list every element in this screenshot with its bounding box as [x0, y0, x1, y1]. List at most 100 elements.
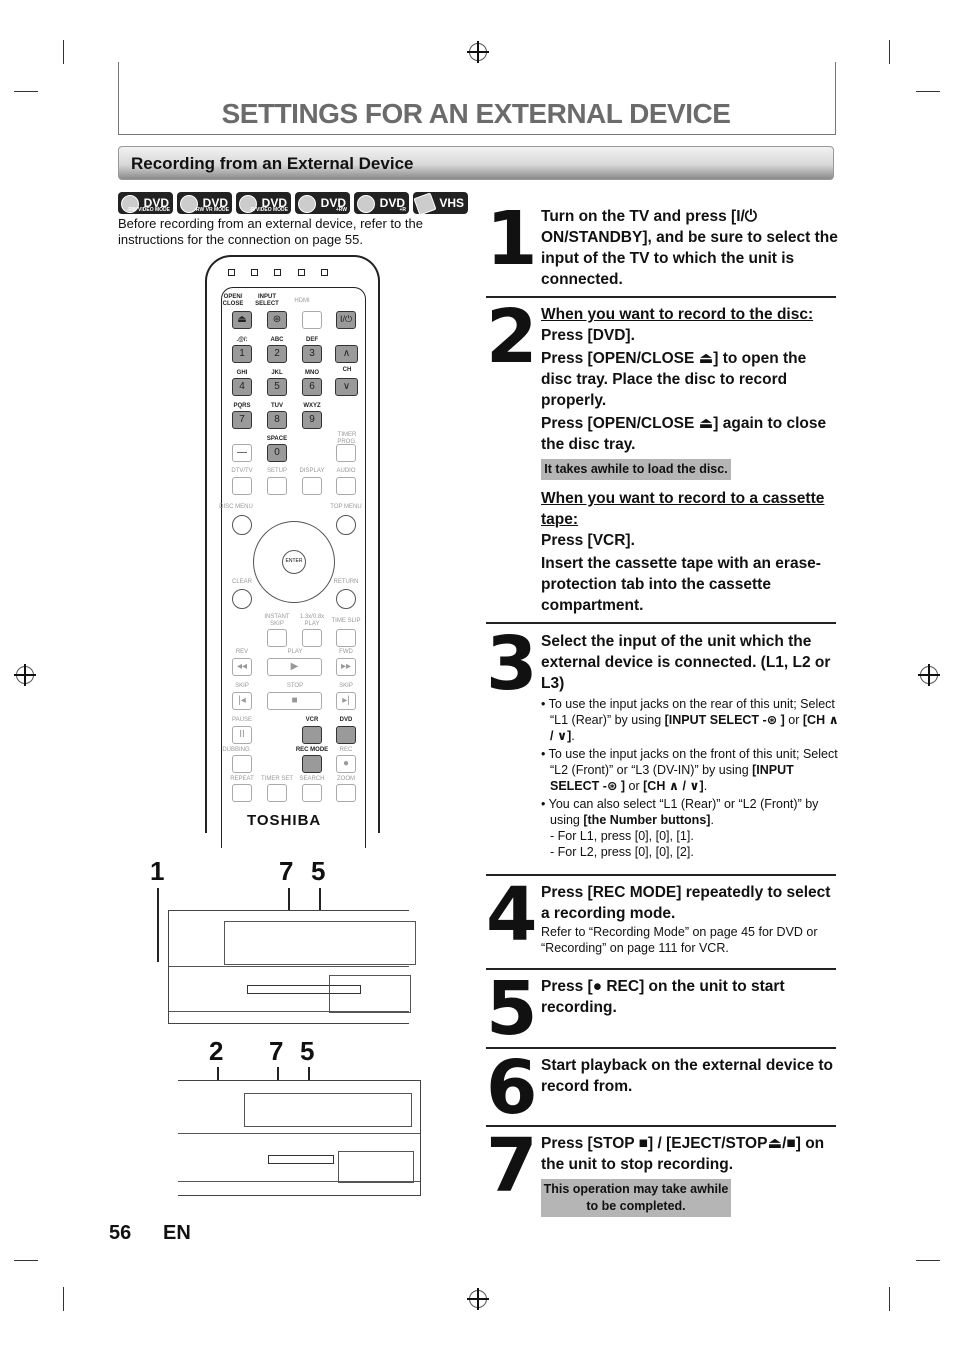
- digit-5-button[interactable]: 5: [267, 378, 287, 396]
- remote-brand-logo: TOSHIBA: [247, 812, 322, 829]
- display-button[interactable]: [302, 477, 322, 495]
- note-box: This operation may take awhile to be com…: [541, 1179, 731, 1217]
- indicator-led: [251, 269, 258, 276]
- digit-9-button[interactable]: 9: [302, 411, 322, 429]
- tape-heading: When you want to record to a cassette ta…: [541, 490, 825, 528]
- disc-icon: [298, 195, 316, 213]
- label-time-slip: TIME SLIP: [331, 618, 361, 624]
- label-instant-skip: INSTANT SKIP: [264, 614, 290, 627]
- registration-mark-icon: [918, 664, 940, 686]
- step-divider: [486, 296, 836, 298]
- zoom-button[interactable]: [336, 784, 356, 802]
- panel-line: [169, 966, 409, 967]
- label-key3: DEF: [306, 337, 318, 343]
- timer-set-button[interactable]: [267, 784, 287, 802]
- search-button[interactable]: [302, 784, 322, 802]
- step-divider: [486, 1047, 836, 1049]
- step-divider: [486, 968, 836, 970]
- callout-number: 5: [300, 1036, 315, 1066]
- digit-1-button[interactable]: 1: [232, 345, 252, 363]
- label-fwd: FWD: [339, 649, 353, 655]
- step-text: Press [OPEN/CLOSE ⏏] again to close the …: [541, 415, 827, 453]
- step-divider: [486, 874, 836, 876]
- rec-button[interactable]: ●: [336, 755, 356, 773]
- return-button[interactable]: [336, 589, 356, 609]
- rec-mode-button[interactable]: [302, 755, 322, 773]
- dash-button[interactable]: —: [232, 444, 252, 462]
- callout-number: 7: [269, 1036, 284, 1066]
- intro-text: Before recording from an external device…: [118, 216, 423, 247]
- instant-skip-button[interactable]: [267, 629, 287, 647]
- clear-button[interactable]: [232, 589, 252, 609]
- fwd-button[interactable]: ▸▸: [336, 658, 356, 676]
- vcr-button[interactable]: [302, 726, 322, 744]
- ch-up-button[interactable]: ∧: [335, 345, 358, 363]
- panel-line: [169, 1011, 409, 1012]
- dubbing-button[interactable]: [232, 755, 252, 773]
- step-text: Select the input of the unit which the e…: [541, 633, 831, 692]
- digit-8-button[interactable]: 8: [267, 411, 287, 429]
- speed-play-button[interactable]: [302, 629, 322, 647]
- badge-sub: -R VIDEO MODE: [249, 207, 288, 213]
- note-box: It takes awhile to load the disc.: [541, 459, 731, 480]
- front-jacks-cover: [329, 975, 411, 1013]
- label-search: SEARCH: [299, 776, 325, 782]
- label-key9: WXYZ: [303, 403, 321, 409]
- skip-back-button[interactable]: |◂: [232, 692, 252, 710]
- power-button[interactable]: I/⏻: [336, 311, 356, 329]
- input-select-button[interactable]: ⊛: [267, 311, 287, 329]
- bullet-item: • To use the input jacks on the rear of …: [541, 697, 839, 743]
- label-zoom: ZOOM: [337, 776, 355, 782]
- step-text: Press [DVD].: [541, 327, 635, 344]
- repeat-button[interactable]: [232, 784, 252, 802]
- indicator-led: [298, 269, 305, 276]
- audio-button[interactable]: [336, 477, 356, 495]
- media-badge: DVD +R: [354, 192, 409, 214]
- enter-button[interactable]: ENTER: [282, 550, 306, 574]
- crop-mark: [889, 40, 890, 64]
- play-button[interactable]: ▶: [267, 658, 322, 676]
- skip-fwd-button[interactable]: ▸|: [336, 692, 356, 710]
- step-text: Press [REC MODE] repeatedly to select a …: [541, 884, 831, 922]
- step-number: 1: [486, 196, 538, 282]
- hdmi-button[interactable]: [302, 311, 322, 329]
- bullet-item: • You can also select “L1 (Rear)” or “L2…: [541, 797, 819, 827]
- disc-menu-button[interactable]: [232, 515, 252, 535]
- time-slip-button[interactable]: [336, 629, 356, 647]
- digit-3-button[interactable]: 3: [302, 345, 322, 363]
- registration-mark-icon: [467, 41, 489, 63]
- ch-down-button[interactable]: ∨: [335, 378, 358, 396]
- stop-button[interactable]: ■: [267, 692, 322, 710]
- registration-mark-icon: [467, 1288, 489, 1310]
- digit-6-button[interactable]: 6: [302, 378, 322, 396]
- section-header: Recording from an External Device: [118, 146, 834, 180]
- open-close-button[interactable]: ⏏: [232, 311, 252, 329]
- label-input-select: INPUT SELECT: [255, 294, 279, 307]
- digit-7-button[interactable]: 7: [232, 411, 252, 429]
- crop-mark: [889, 1287, 890, 1311]
- bullet-text: .: [571, 729, 575, 743]
- label-rev: REV: [235, 649, 249, 655]
- label-skip-back: SKIP: [235, 683, 249, 689]
- step-text: Insert the cassette tape with an erase-p…: [541, 555, 821, 614]
- rev-button[interactable]: ◂◂: [232, 658, 252, 676]
- step-number: 5: [486, 966, 538, 1052]
- digit-0-button[interactable]: 0: [267, 444, 287, 462]
- top-menu-button[interactable]: [336, 515, 356, 535]
- callout-line: [157, 888, 159, 962]
- media-badge: DVD -R VIDEO MODE: [236, 192, 291, 214]
- media-badge: DVD -RW VR MODE: [177, 192, 232, 214]
- bullet-text: To use the input jacks on the front of t…: [548, 747, 838, 777]
- label-disc-menu: DISC MENU: [219, 504, 253, 510]
- timer-prog-button[interactable]: [336, 444, 356, 462]
- media-badge: VHS: [413, 192, 468, 216]
- dtv-tv-button[interactable]: [232, 477, 252, 495]
- crop-mark: [63, 40, 64, 64]
- dvd-button[interactable]: [336, 726, 356, 744]
- pause-button[interactable]: II: [232, 726, 252, 744]
- step-text: Press [STOP ■] / [EJECT/STOP⏏/■] on the …: [541, 1135, 825, 1173]
- setup-button[interactable]: [267, 477, 287, 495]
- step-number: 7: [486, 1123, 538, 1209]
- digit-4-button[interactable]: 4: [232, 378, 252, 396]
- digit-2-button[interactable]: 2: [267, 345, 287, 363]
